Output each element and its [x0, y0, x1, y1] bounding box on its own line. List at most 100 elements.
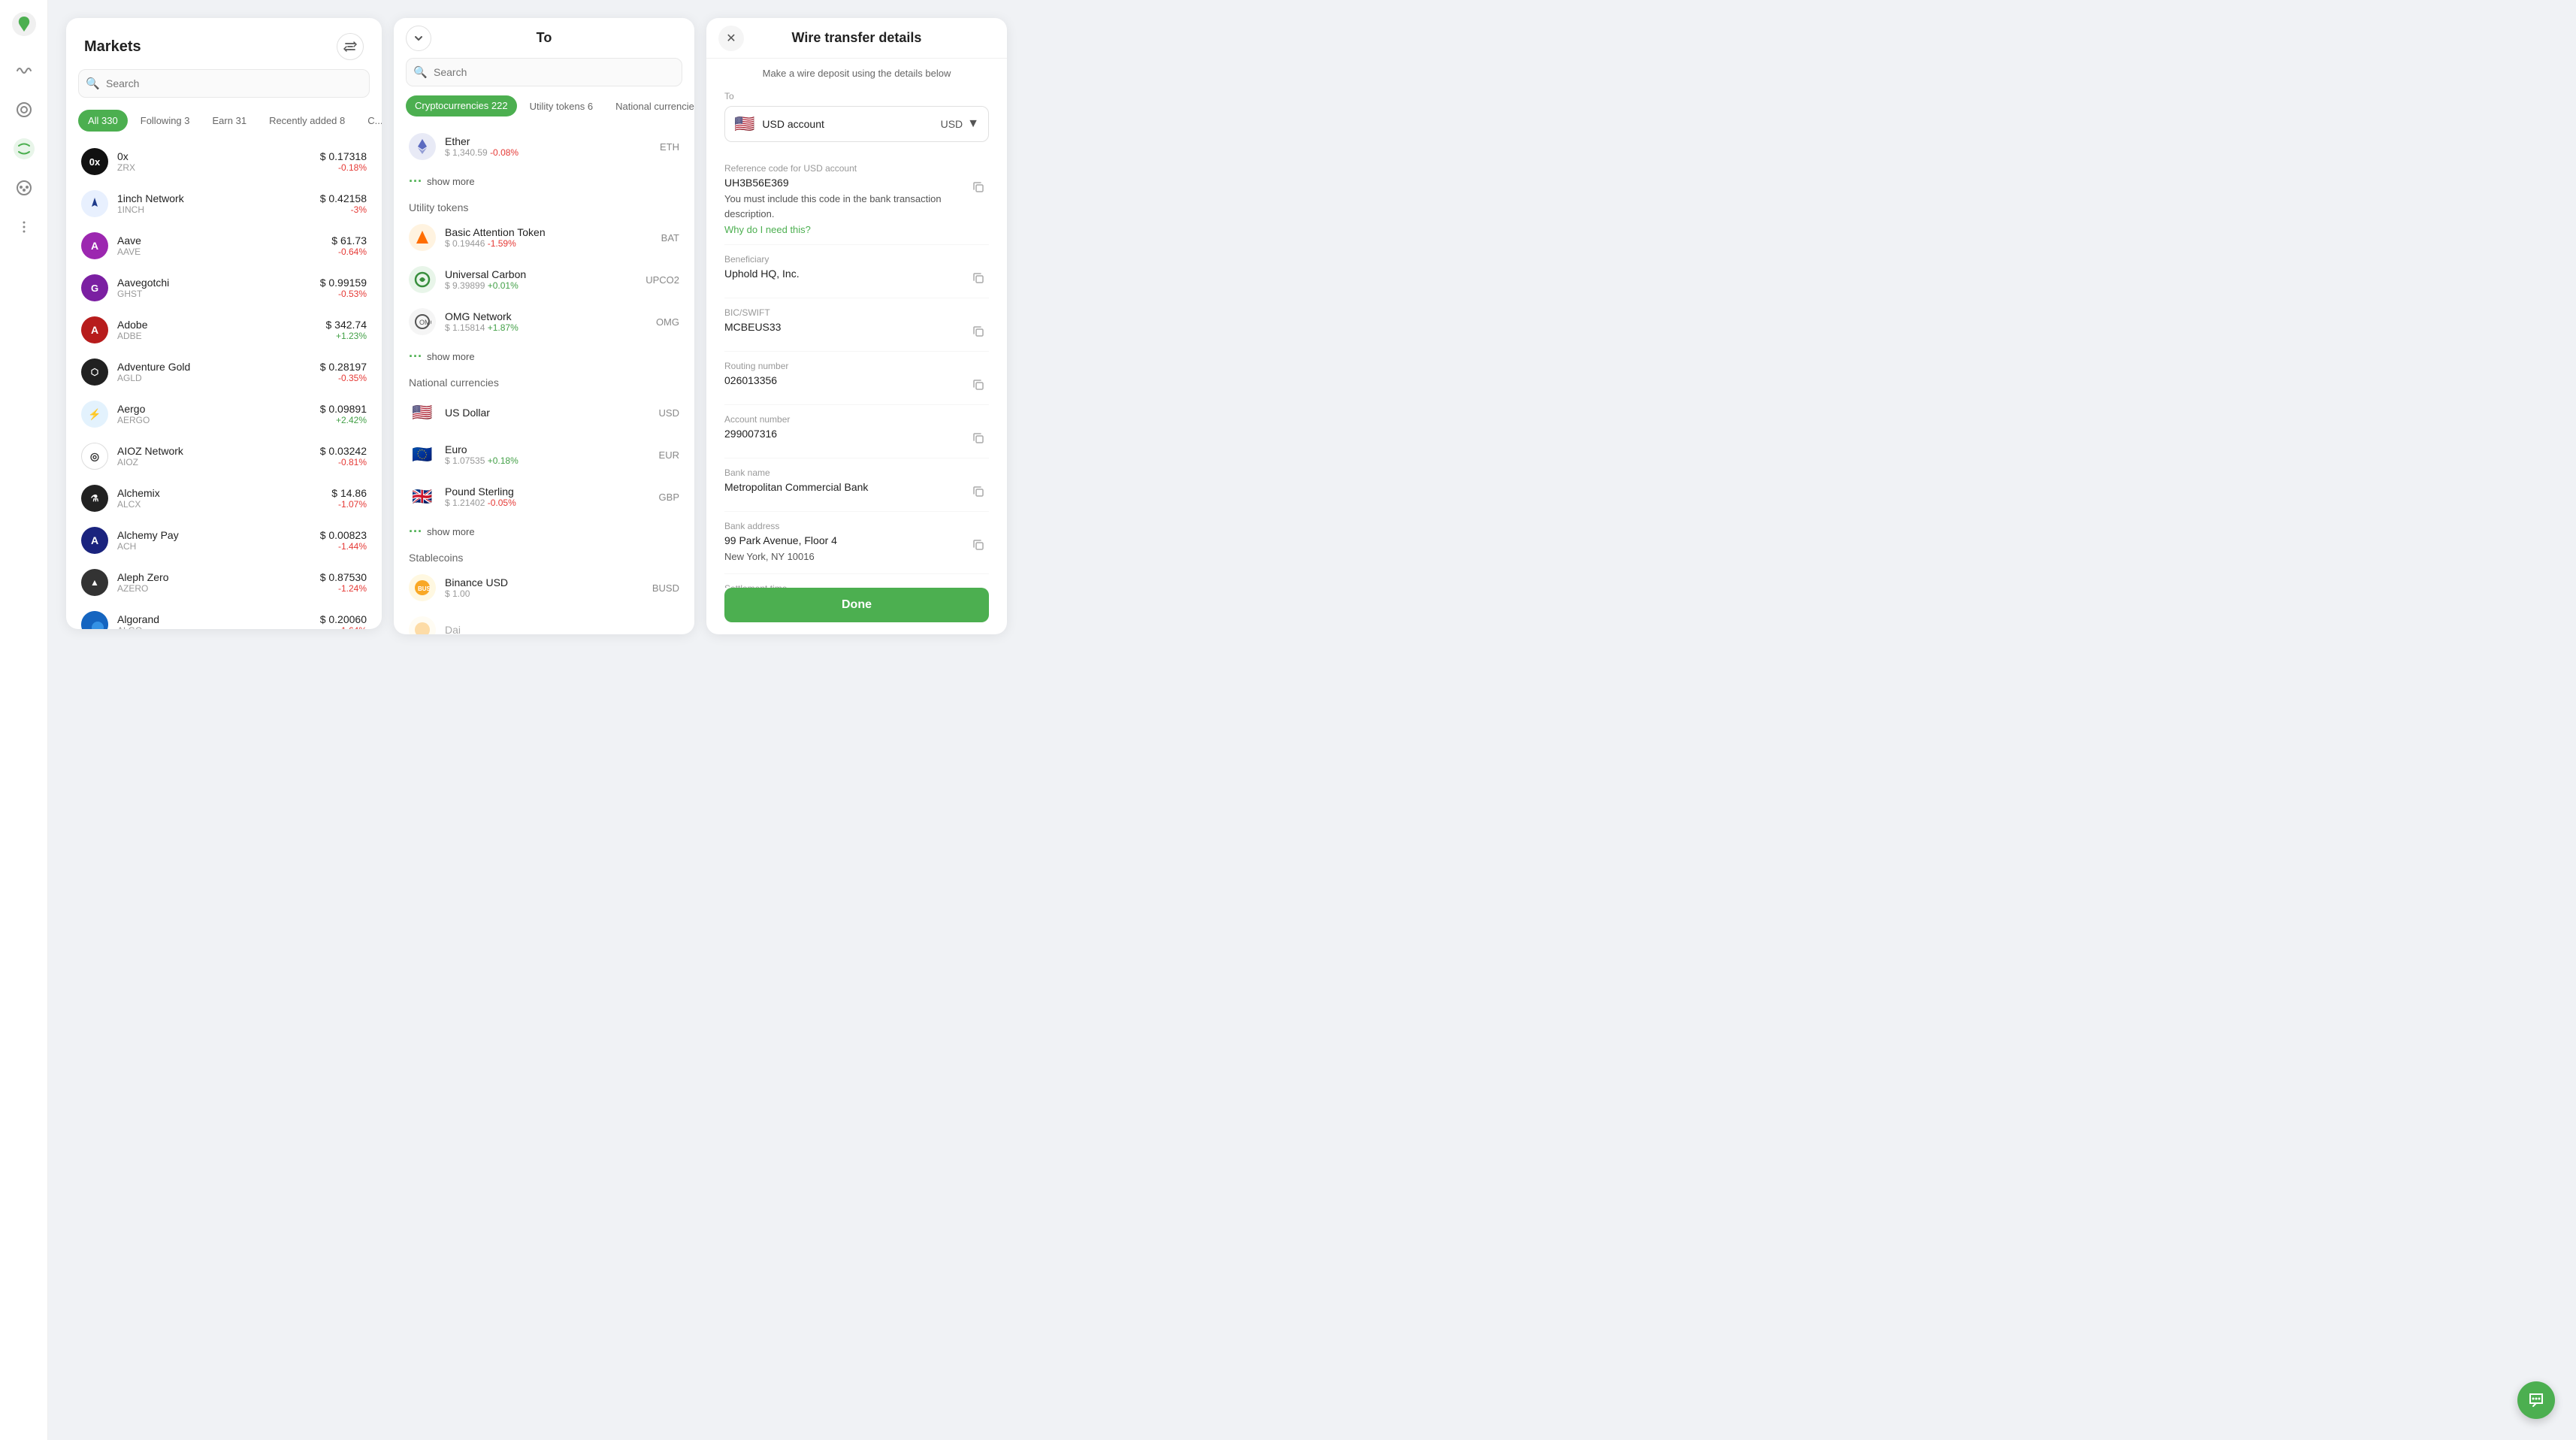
asset-icon-1inch [81, 190, 108, 217]
currency-name: Dai [445, 624, 679, 634]
currency-info: OMG Network $ 1.15814 +1.87% [445, 310, 656, 333]
reference-code-link[interactable]: Why do I need this? [724, 224, 968, 235]
trade-icon[interactable] [14, 138, 35, 159]
asset-symbol: AZERO [117, 583, 320, 594]
sort-button[interactable] [337, 33, 364, 60]
activity-icon[interactable] [14, 60, 35, 81]
asset-info: Alchemy Pay ACH [117, 529, 320, 552]
bank-address-label: Bank address [724, 521, 989, 531]
asset-info: Aave AAVE [117, 234, 331, 257]
asset-symbol: ALGO [117, 625, 320, 629]
to-header: To [394, 18, 694, 58]
asset-row[interactable]: Algorand ALGO $ 0.20060 -1.64% [66, 604, 382, 629]
currency-row[interactable]: 🇪🇺 Euro $ 1.07535 +0.18% EUR [394, 434, 694, 476]
asset-icon-aave: A [81, 232, 108, 259]
filter-tab-earn[interactable]: Earn 31 [203, 110, 257, 132]
asset-row[interactable]: ◎ AIOZ Network AIOZ $ 0.03242 -0.81% [66, 435, 382, 477]
currency-ticker: UPCO2 [646, 274, 679, 286]
asset-symbol: ADBE [117, 331, 326, 341]
to-account-label: To [724, 91, 989, 101]
asset-info: 0x ZRX [117, 150, 320, 173]
currency-row[interactable]: 🇬🇧 Pound Sterling $ 1.21402 -0.05% GBP [394, 476, 694, 518]
asset-icon-aioz: ◎ [81, 443, 108, 470]
copy-bank-address-button[interactable] [968, 534, 989, 555]
asset-name: Alchemy Pay [117, 529, 320, 541]
currency-row[interactable]: OMG OMG Network $ 1.15814 +1.87% OMG [394, 301, 694, 343]
currency-row[interactable]: Universal Carbon $ 9.39899 +0.01% UPCO2 [394, 259, 694, 301]
show-more-crypto[interactable]: ··· show more [394, 168, 694, 195]
currency-row[interactable]: 🇺🇸 US Dollar USD [394, 392, 694, 434]
currency-info: Pound Sterling $ 1.21402 -0.05% [445, 486, 659, 508]
asset-price: $ 0.99159 -0.53% [320, 277, 367, 299]
currency-row[interactable]: Basic Attention Token $ 0.19446 -1.59% B… [394, 216, 694, 259]
asset-row[interactable]: 1inch Network 1INCH $ 0.42158 -3% [66, 183, 382, 225]
more-icon[interactable] [14, 216, 35, 237]
markets-search-input[interactable] [78, 69, 370, 98]
currency-icon-eur: 🇪🇺 [409, 441, 436, 468]
filter-tab-all[interactable]: All 330 [78, 110, 128, 132]
wire-transfer-body: To 🇺🇸 USD account USD ▼ Reference code f… [706, 79, 1007, 588]
copy-bank-name-button[interactable] [968, 481, 989, 502]
asset-row[interactable]: A Aave AAVE $ 61.73 -0.64% [66, 225, 382, 267]
asset-row[interactable]: ⬡ Adventure Gold AGLD $ 0.28197 -0.35% [66, 351, 382, 393]
to-account-section: To 🇺🇸 USD account USD ▼ [724, 91, 989, 142]
currency-name: Ether [445, 135, 660, 147]
copy-account-number-button[interactable] [968, 428, 989, 449]
to-filter-tab-national[interactable]: National currencies 26 [606, 95, 694, 116]
to-title: To [537, 30, 552, 46]
asset-row[interactable]: G Aavegotchi GHST $ 0.99159 -0.53% [66, 267, 382, 309]
currency-info: Basic Attention Token $ 0.19446 -1.59% [445, 226, 661, 249]
markets-search-bar: 🔍 [78, 69, 370, 98]
asset-row[interactable]: A Adobe ADBE $ 342.74 +1.23% [66, 309, 382, 351]
account-selector[interactable]: 🇺🇸 USD account USD ▼ [724, 106, 989, 142]
currency-name: OMG Network [445, 310, 656, 322]
logo-icon[interactable] [12, 12, 36, 36]
asset-price: $ 0.87530 -1.24% [320, 571, 367, 594]
asset-row[interactable]: ▲ Aleph Zero AZERO $ 0.87530 -1.24% [66, 561, 382, 604]
show-more-national[interactable]: ··· show more [394, 518, 694, 546]
asset-row[interactable]: 0x 0x ZRX $ 0.17318 -0.18% [66, 141, 382, 183]
filter-tab-following[interactable]: Following 3 [131, 110, 200, 132]
asset-row[interactable]: ⚡ Aergo AERGO $ 0.09891 +2.42% [66, 393, 382, 435]
portfolio-icon[interactable] [14, 99, 35, 120]
copy-routing-button[interactable] [968, 374, 989, 395]
done-button[interactable]: Done [724, 588, 989, 622]
bank-address-row: Bank address 99 Park Avenue, Floor 4 New… [724, 512, 989, 574]
asset-symbol: 1INCH [117, 204, 320, 215]
asset-row[interactable]: A Alchemy Pay ACH $ 0.00823 -1.44% [66, 519, 382, 561]
filter-tab-c[interactable]: C... [358, 110, 382, 132]
chevron-down-icon: ▼ [967, 117, 979, 131]
asset-price: $ 0.00823 -1.44% [320, 529, 367, 552]
currency-ticker: EUR [659, 449, 679, 461]
currency-row[interactable]: BUS Binance USD $ 1.00 BUSD [394, 567, 694, 609]
copy-bic-button[interactable] [968, 321, 989, 342]
copy-reference-button[interactable] [968, 177, 989, 198]
currency-row[interactable]: Ether $ 1,340.59 -0.08% ETH [394, 126, 694, 168]
chat-button[interactable] [2517, 1381, 2555, 1419]
show-more-utility[interactable]: ··· show more [394, 343, 694, 371]
bank-name-row: Bank name Metropolitan Commercial Bank [724, 458, 989, 512]
reference-code-sub: You must include this code in the bank t… [724, 192, 968, 221]
currency-ticker: BAT [661, 232, 679, 244]
asset-row[interactable]: ⚗ Alchemix ALCX $ 14.86 -1.07% [66, 477, 382, 519]
wire-close-button[interactable]: ✕ [718, 26, 744, 51]
to-filter-tab-crypto[interactable]: Cryptocurrencies 222 [406, 95, 517, 116]
copy-beneficiary-button[interactable] [968, 268, 989, 289]
wire-transfer-panel: ✕ Wire transfer details Make a wire depo… [706, 18, 1007, 634]
account-number-value: 299007316 [724, 428, 968, 440]
asset-info: Aavegotchi GHST [117, 277, 320, 299]
bank-name-value: Metropolitan Commercial Bank [724, 481, 968, 493]
currency-name: Pound Sterling [445, 486, 659, 498]
asset-name: Aleph Zero [117, 571, 320, 583]
to-search-input[interactable] [406, 58, 682, 86]
asset-icon-azero: ▲ [81, 569, 108, 596]
to-search-bar: 🔍 [406, 58, 682, 86]
community-icon[interactable] [14, 177, 35, 198]
reference-code-label: Reference code for USD account [724, 163, 989, 174]
to-filter-tab-utility[interactable]: Utility tokens 6 [520, 95, 603, 116]
currency-icon-usd: 🇺🇸 [409, 399, 436, 426]
filter-tab-recently[interactable]: Recently added 8 [259, 110, 355, 132]
currency-price: $ 0.19446 -1.59% [445, 238, 661, 249]
currency-row[interactable]: Dai [394, 609, 694, 634]
to-dropdown-button[interactable] [406, 26, 431, 51]
